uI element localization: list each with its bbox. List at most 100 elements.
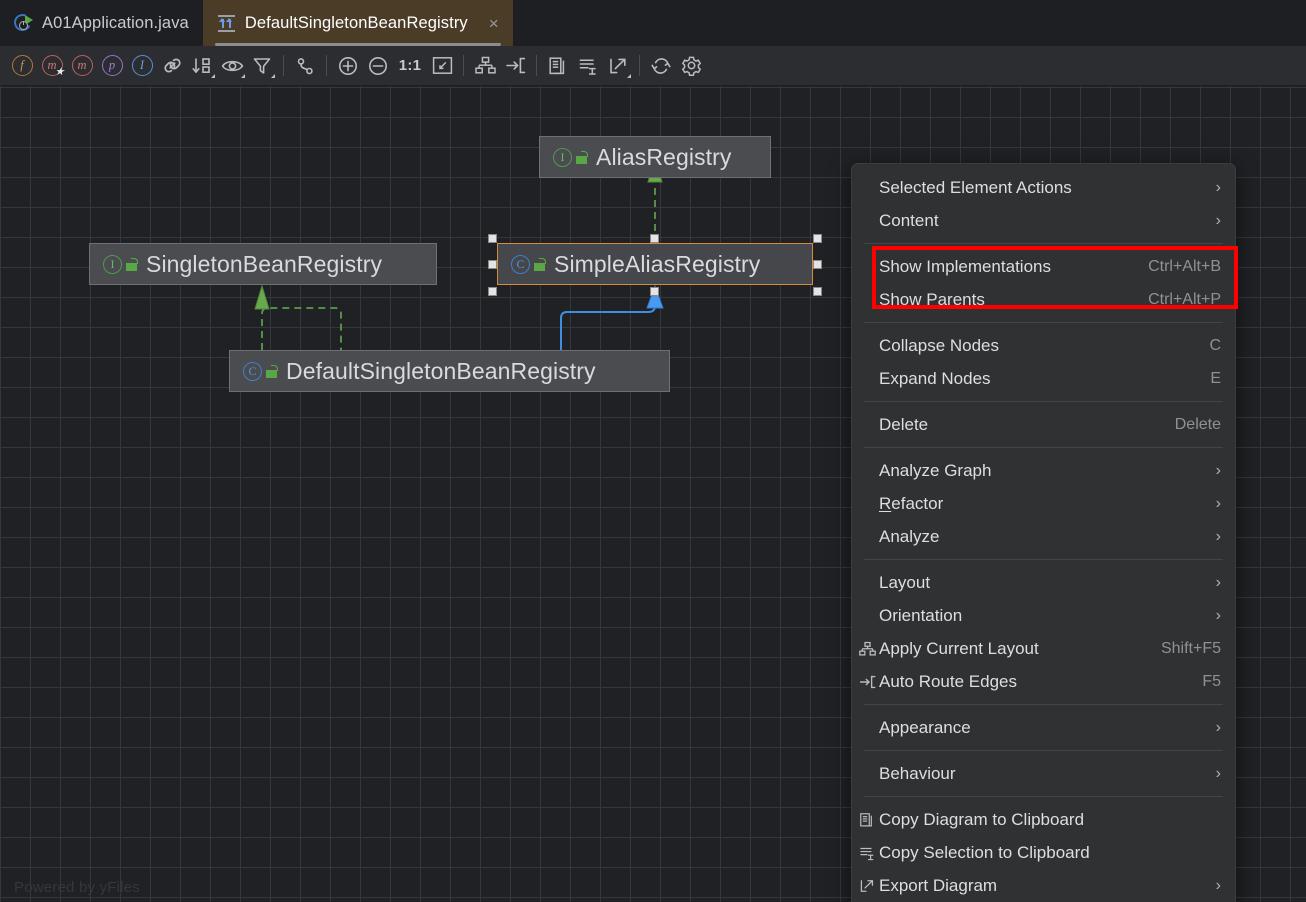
selection-handle-ne[interactable] (813, 234, 822, 243)
show-properties-toggle[interactable]: p (97, 51, 127, 81)
field-badge-icon: f (11, 55, 33, 76)
menu-item-label: Behaviour (879, 763, 956, 783)
hierarchy-icon (858, 640, 876, 658)
link-icon (163, 58, 181, 73)
public-visibility-icon (266, 364, 279, 378)
menu-item-label: Copy Selection to Clipboard (879, 842, 1090, 862)
menu-item-refactor[interactable]: Refactor › (852, 487, 1235, 520)
node-alias-registry[interactable]: I AliasRegistry (539, 136, 771, 178)
menu-item-label: Content (879, 210, 939, 230)
menu-item-export-diagram[interactable]: Export Diagram › (852, 869, 1235, 902)
close-icon[interactable]: × (489, 15, 499, 32)
menu-item-label: Show Parents (879, 289, 985, 309)
diagram-icon (217, 14, 236, 33)
copy-icon (858, 811, 876, 829)
zoom-out-button[interactable] (363, 51, 393, 81)
menu-item-content[interactable]: Content › (852, 204, 1235, 237)
menu-item-copy-selection-to-clipboard[interactable]: Copy Selection to Clipboard (852, 836, 1235, 869)
interface-badge-icon: I (553, 147, 572, 167)
chevron-right-icon: › (1215, 178, 1221, 196)
menu-separator (864, 704, 1223, 705)
apply-current-layout-button[interactable] (470, 51, 500, 81)
menu-item-label: Orientation (879, 605, 963, 625)
export-icon (858, 877, 876, 895)
yfiles-watermark: Powered by yFiles (14, 879, 140, 896)
menu-item-label: Apply Current Layout (879, 638, 1039, 658)
selection-handle-se[interactable] (813, 287, 822, 296)
tab-a01application-java[interactable]: A01Application.java (0, 0, 203, 46)
menu-item-analyze-graph[interactable]: Analyze Graph › (852, 454, 1235, 487)
menu-item-label: Collapse Nodes (879, 335, 1000, 355)
menu-item-appearance[interactable]: Appearance › (852, 711, 1235, 744)
visibility-scope-button[interactable] (217, 51, 247, 81)
selection-handle-e[interactable] (813, 260, 822, 269)
menu-item-selected-element-actions[interactable]: Selected Element Actions › (852, 171, 1235, 204)
selection-handle-w[interactable] (488, 260, 497, 269)
actual-size-button[interactable]: 1:1 (393, 51, 427, 81)
edge-style-button[interactable] (290, 51, 320, 81)
selection-handle-sw[interactable] (488, 287, 497, 296)
help-button[interactable] (706, 51, 736, 81)
chevron-right-icon: › (1215, 718, 1221, 736)
fit-content-icon (432, 57, 452, 74)
menu-item-shortcut: Ctrl+Alt+P (1148, 290, 1221, 308)
menu-item-orientation[interactable]: Orientation › (852, 599, 1235, 632)
class-badge-icon: C (511, 254, 530, 274)
refresh-button[interactable] (646, 51, 676, 81)
menu-item-shortcut: C (1209, 336, 1221, 354)
node-singleton-bean-registry[interactable]: I SingletonBeanRegistry (89, 243, 437, 285)
show-constructors-toggle[interactable]: m ★ (37, 51, 67, 81)
menu-item-label: Expand Nodes (879, 368, 991, 388)
chevron-right-icon: › (1215, 461, 1221, 479)
auto-route-edges-button[interactable] (500, 51, 530, 81)
show-inner-classes-toggle[interactable]: I (127, 51, 157, 81)
zoom-in-button[interactable] (333, 51, 363, 81)
node-label: SingletonBeanRegistry (146, 250, 383, 277)
export-diagram-button[interactable] (603, 51, 633, 81)
menu-item-layout[interactable]: Layout › (852, 566, 1235, 599)
menu-item-behaviour[interactable]: Behaviour › (852, 757, 1235, 790)
menu-item-shortcut: Ctrl+Alt+B (1148, 257, 1221, 275)
node-simple-alias-registry[interactable]: C SimpleAliasRegistry (497, 243, 813, 285)
sort-members-button[interactable] (187, 51, 217, 81)
selection-handle-nw[interactable] (488, 234, 497, 243)
menu-item-analyze[interactable]: Analyze › (852, 520, 1235, 553)
menu-item-apply-current-layout[interactable]: Apply Current Layout Shift+F5 (852, 632, 1235, 665)
copy-selection-icon (579, 58, 596, 75)
menu-item-label: efactor (891, 493, 944, 513)
toolbar-separator (326, 55, 327, 76)
menu-item-copy-diagram-to-clipboard[interactable]: Copy Diagram to Clipboard (852, 803, 1235, 836)
copy-selection-to-clipboard-button[interactable] (573, 51, 603, 81)
tab-label: A01Application.java (42, 13, 189, 32)
zoom-out-icon (369, 56, 387, 75)
selection-handle-s[interactable] (650, 287, 659, 296)
sort-icon (192, 57, 210, 73)
menu-item-shortcut: F5 (1202, 672, 1221, 690)
public-visibility-icon (534, 257, 547, 271)
edge-implements-singletonbeanregistry (254, 284, 342, 350)
menu-item-show-parents[interactable]: Show Parents Ctrl+Alt+P (852, 283, 1235, 316)
chevron-down-icon (211, 73, 215, 78)
menu-separator (864, 750, 1223, 751)
copy-diagram-to-clipboard-button[interactable] (543, 51, 573, 81)
route-edges-icon (858, 673, 876, 691)
menu-item-delete[interactable]: Delete Delete (852, 408, 1235, 441)
chevron-right-icon: › (1215, 876, 1221, 894)
settings-gear-button[interactable] (676, 51, 706, 81)
selection-handle-n[interactable] (650, 234, 659, 243)
fit-content-button[interactable] (427, 51, 457, 81)
tab-defaultsingletonbeanregistry[interactable]: DefaultSingletonBeanRegistry × (202, 0, 513, 46)
show-methods-toggle[interactable]: m (67, 51, 97, 81)
menu-item-expand-nodes[interactable]: Expand Nodes E (852, 362, 1235, 395)
edge-extends-simplealiasregistry (560, 284, 664, 350)
filter-button[interactable] (247, 51, 277, 81)
show-fields-toggle[interactable]: f (7, 51, 37, 81)
node-default-singleton-bean-registry[interactable]: C DefaultSingletonBeanRegistry (229, 350, 670, 392)
interface-icon: I (103, 254, 139, 274)
menu-item-auto-route-edges[interactable]: Auto Route Edges F5 (852, 665, 1235, 698)
menu-item-show-implementations[interactable]: Show Implementations Ctrl+Alt+B (852, 250, 1235, 283)
menu-item-collapse-nodes[interactable]: Collapse Nodes C (852, 329, 1235, 362)
show-dependencies-button[interactable] (157, 51, 187, 81)
spring-boot-run-icon (11, 11, 34, 33)
menu-item-shortcut: Shift+F5 (1160, 639, 1221, 657)
